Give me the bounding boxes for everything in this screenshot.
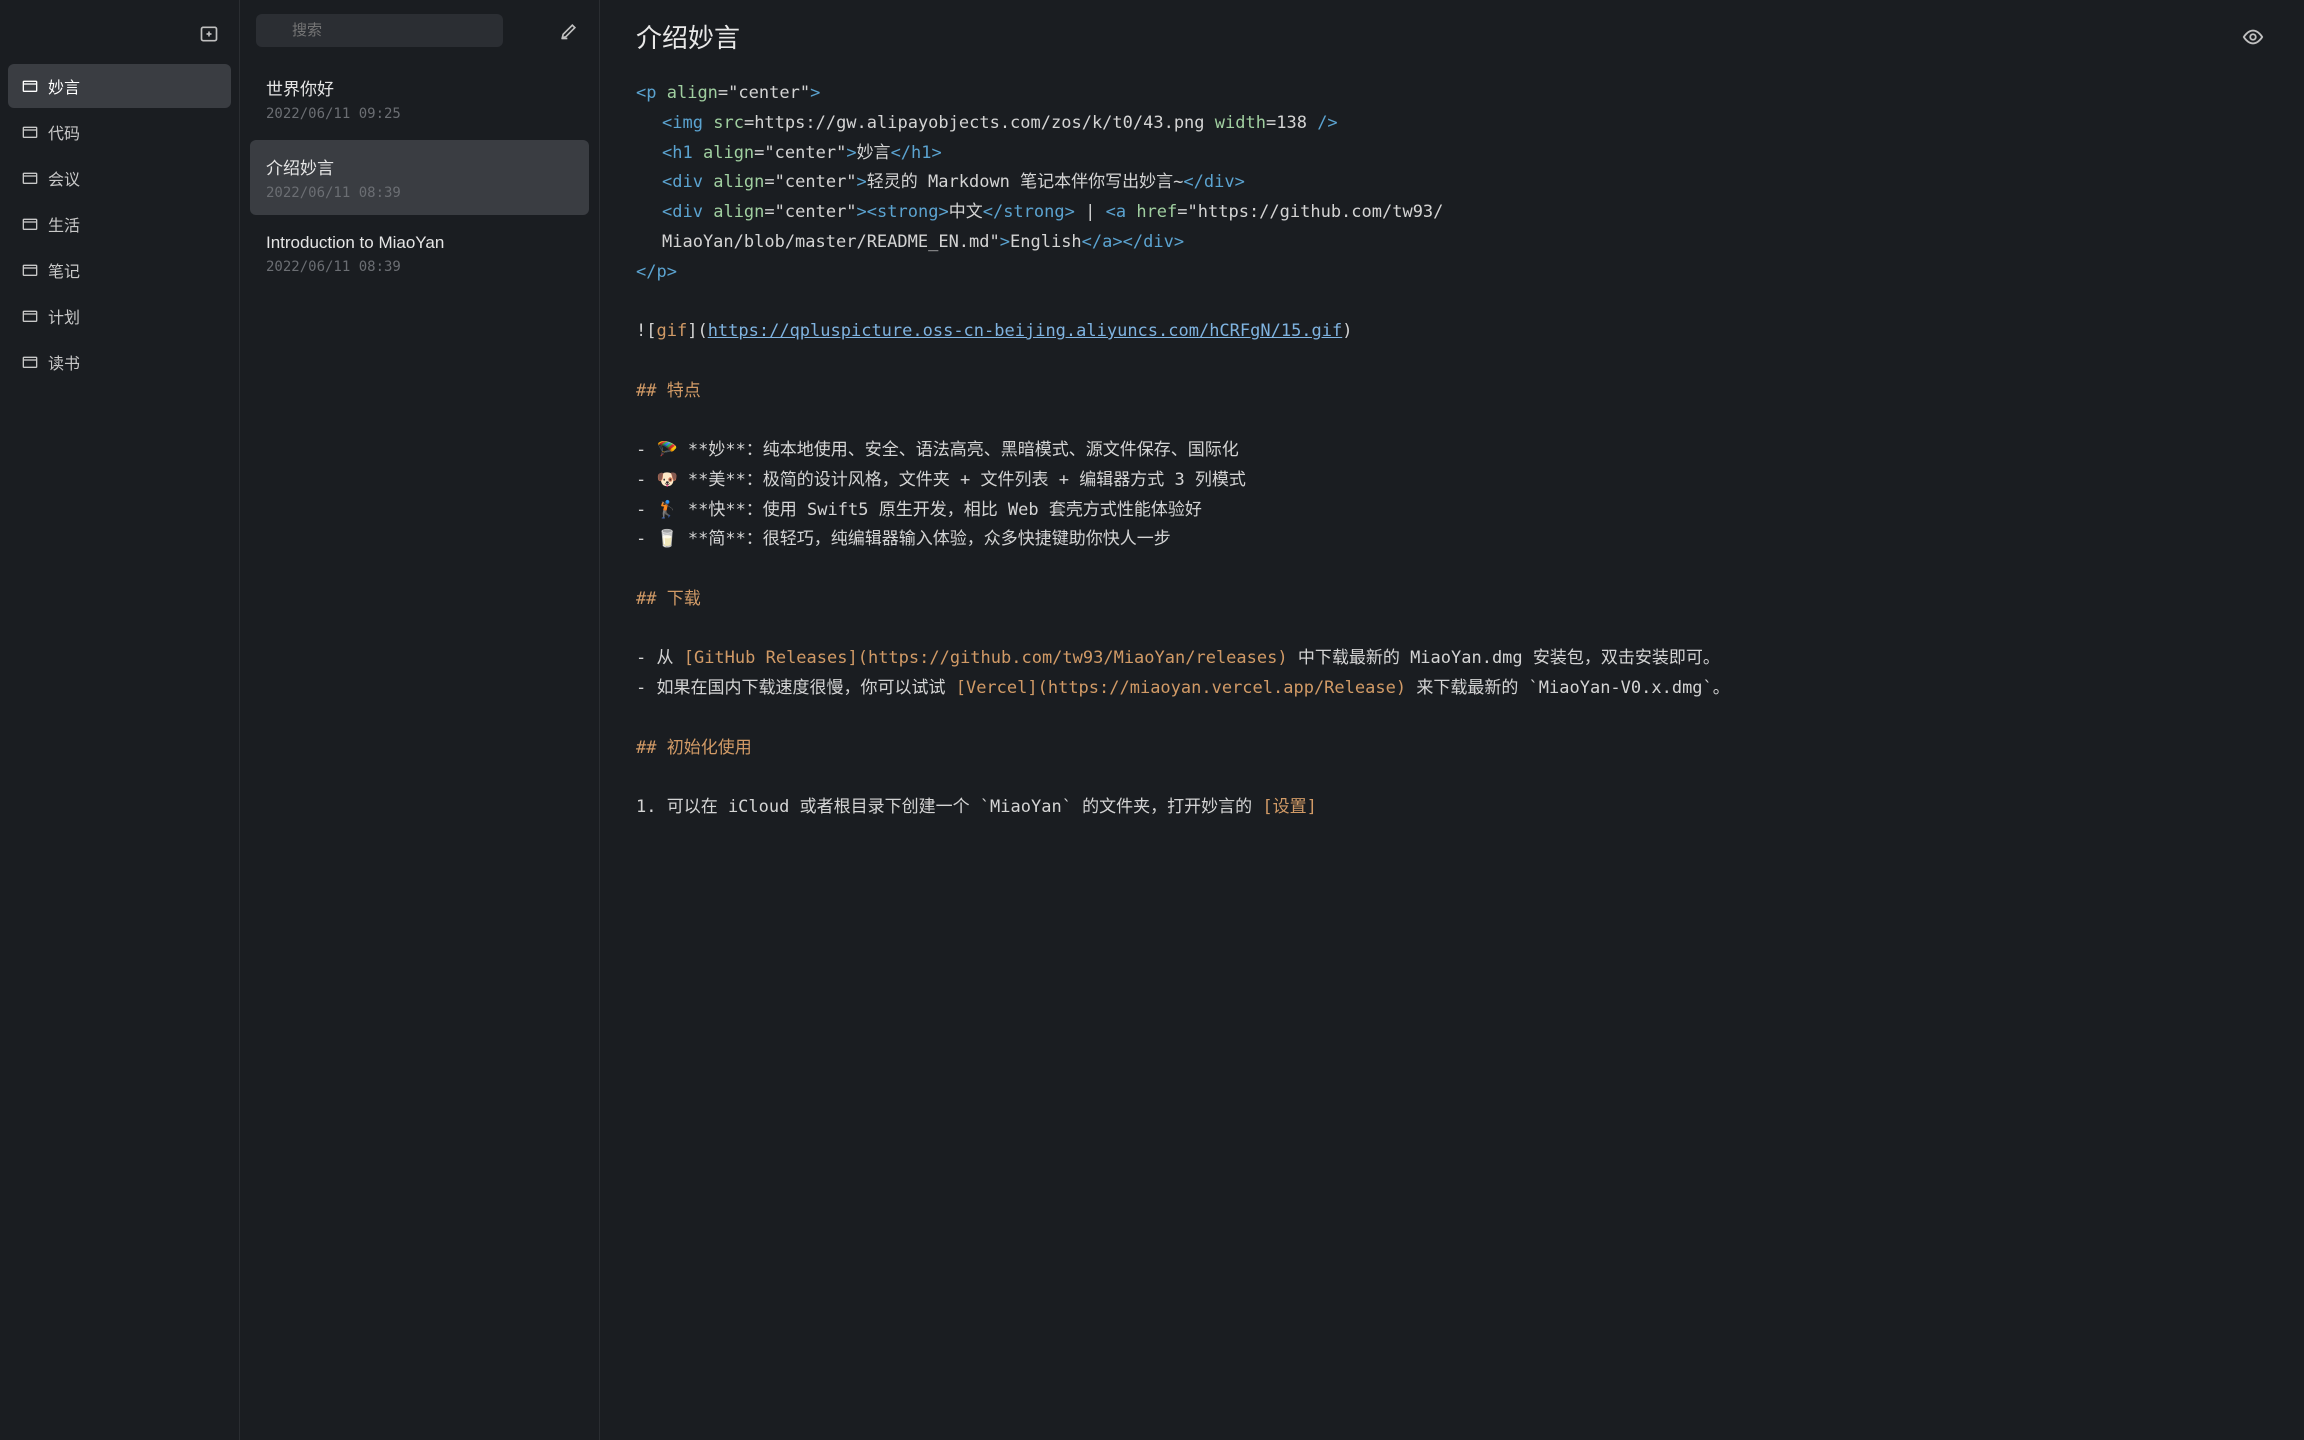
note-list-header [240,0,599,61]
h2-download-mark: ## [636,589,667,609]
add-folder-icon [199,24,219,44]
dl1-link-url: (https://github.com/tw93/MiaoYan/release… [858,648,1288,668]
h2-download: 下载 [667,589,701,609]
folder-item-plan[interactable]: 计划 [8,294,231,338]
note-date: 2022/06/11 08:39 [266,185,573,201]
editor-panel: 介绍妙言 <p align="center"> <img src=https:/… [600,0,2304,1440]
folder-label: 生活 [48,212,80,236]
dl2-post: 来下载最新的 `MiaoYan-V0.x.dmg`。 [1406,678,1730,698]
new-note-button[interactable] [555,17,583,45]
note-title: 世界你好 [266,75,573,100]
h2-features-mark: ## [636,381,667,401]
folder-icon [22,354,38,370]
feat-1: - 🪂 **妙**：纯本地使用、安全、语法高亮、黑暗模式、源文件保存、国际化 [636,436,2268,466]
folder-item-meeting[interactable]: 会议 [8,156,231,200]
folder-item-life[interactable]: 生活 [8,202,231,246]
note-date: 2022/06/11 09:25 [266,106,573,122]
folder-list: 妙言 代码 会议 生活 笔记 [0,64,239,386]
folder-item-miaoyan[interactable]: 妙言 [8,64,231,108]
dl2-link-text: [Vercel] [956,678,1038,698]
folder-label: 计划 [48,304,80,328]
note-item[interactable]: 世界你好 2022/06/11 09:25 [250,61,589,136]
feat-2: - 🐶 **美**：极简的设计风格，文件夹 + 文件列表 + 编辑器方式 3 列… [636,466,2268,496]
folder-item-reading[interactable]: 读书 [8,340,231,384]
h2-init-mark: ## [636,738,667,758]
init-1: 1. 可以在 iCloud 或者根目录下创建一个 `MiaoYan` 的文件夹，… [636,793,2268,823]
note-title: Introduction to MiaoYan [266,233,573,253]
gif-link[interactable]: https://qpluspicture.oss-cn-beijing.aliy… [708,321,1343,341]
search-input[interactable] [256,14,503,47]
folder-item-notes[interactable]: 笔记 [8,248,231,292]
note-date: 2022/06/11 08:39 [266,259,573,275]
note-item[interactable]: Introduction to MiaoYan 2022/06/11 08:39 [250,219,589,289]
editor-body[interactable]: <p align="center"> <img src=https://gw.a… [600,67,2304,1440]
feat-4: - 🥛 **简**：很轻巧，纯编辑器输入体验，众多快捷键助你快人一步 [636,525,2268,555]
folder-icon [22,78,38,94]
editor-title: 介绍妙言 [636,18,740,55]
dl1-link-text: [GitHub Releases] [684,648,858,668]
notes-list: 世界你好 2022/06/11 09:25 介绍妙言 2022/06/11 08… [240,61,599,293]
folder-label: 读书 [48,350,80,374]
sidebar: 妙言 代码 会议 生活 笔记 [0,0,240,1440]
folder-label: 笔记 [48,258,80,282]
folder-icon [22,170,38,186]
dl1-pre: - 从 [636,648,684,668]
folder-icon [22,124,38,140]
h2-features: 特点 [667,381,701,401]
slogan-text: 轻灵的 Markdown 笔记本伴你写出妙言~ [867,172,1184,192]
folder-icon [22,216,38,232]
h1-text: 妙言 [857,143,891,163]
note-title: 介绍妙言 [266,154,573,179]
dl1-post: 中下载最新的 MiaoYan.dmg 安装包，双击安装即可。 [1288,648,1720,668]
h2-init: 初始化使用 [667,738,752,758]
compose-icon [559,21,579,41]
folder-label: 代码 [48,120,80,144]
editor-header: 介绍妙言 [600,0,2304,67]
dl2-link-url: (https://miaoyan.vercel.app/Release) [1038,678,1406,698]
eye-icon [2242,26,2264,48]
folder-icon [22,262,38,278]
note-list-panel: 世界你好 2022/06/11 09:25 介绍妙言 2022/06/11 08… [240,0,600,1440]
lang-cn: 中文 [949,202,983,222]
sidebar-header [0,12,239,64]
new-folder-button[interactable] [195,20,223,48]
feat-3: - 🏌🏽 **快**：使用 Swift5 原生开发，相比 Web 套壳方式性能体… [636,496,2268,526]
folder-label: 妙言 [48,74,80,98]
folder-item-code[interactable]: 代码 [8,110,231,154]
preview-toggle-button[interactable] [2238,22,2268,52]
folder-icon [22,308,38,324]
note-item[interactable]: 介绍妙言 2022/06/11 08:39 [250,140,589,215]
lang-en: English [1010,232,1082,252]
folder-label: 会议 [48,166,80,190]
dl2-pre: - 如果在国内下载速度很慢，你可以试试 [636,678,956,698]
search-wrapper [256,14,545,47]
